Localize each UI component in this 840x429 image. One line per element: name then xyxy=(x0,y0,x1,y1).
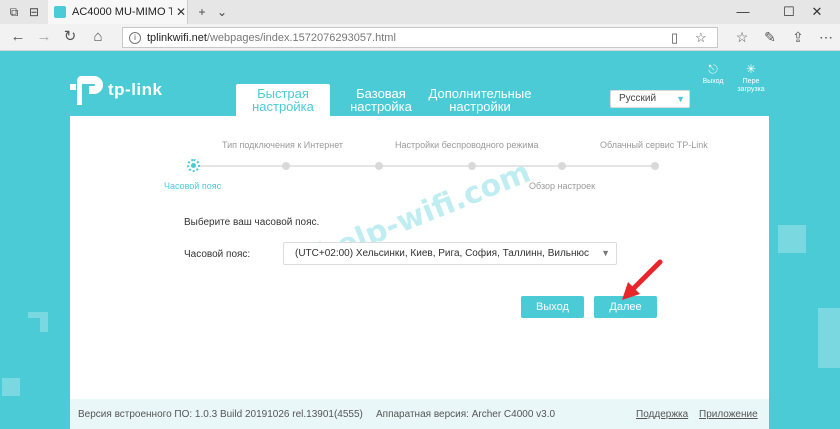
chevron-down-icon: ▼ xyxy=(676,94,685,104)
reboot-icon: ✳ xyxy=(745,62,757,76)
decor-shape xyxy=(2,378,20,396)
tab-favicon-icon xyxy=(54,6,66,18)
reading-view-icon[interactable]: ▯ xyxy=(671,30,678,46)
step-label-summary: Обзор настроек xyxy=(529,181,596,191)
minimize-icon[interactable]: — xyxy=(720,0,766,24)
logo-text: tp-link xyxy=(108,80,163,99)
home-icon[interactable]: ⌂ xyxy=(90,29,106,45)
step-label-timezone: Часовой пояс xyxy=(164,181,222,191)
favorites-hub-icon[interactable]: ☆ xyxy=(734,29,750,46)
red-arrow-icon xyxy=(622,259,663,300)
step-dot-timezone xyxy=(187,159,200,172)
progress-track xyxy=(193,165,655,167)
logout-button[interactable]: ⎋ Выход xyxy=(698,62,728,86)
favorite-star-icon[interactable]: ☆ xyxy=(695,30,707,46)
tab-quick-setup[interactable]: Быстрая настройка xyxy=(236,84,330,116)
timezone-select[interactable]: (UTC+02:00) Хельсинки, Киев, Рига, София… xyxy=(283,242,617,265)
tp-link-logo: tp-link xyxy=(70,72,163,108)
step-dot-step3 xyxy=(375,162,383,170)
timezone-label: Часовой пояс: xyxy=(184,249,251,260)
new-tab-icon[interactable]: + xyxy=(194,4,210,20)
hardware-version: Аппаратная версия: Archer C4000 v3.0 xyxy=(376,409,556,420)
tab-basic[interactable]: Базовая настройка xyxy=(341,84,421,116)
tab-preview-icon[interactable]: ⊟ xyxy=(26,4,42,20)
step-label-cloud: Облачный сервис TP-Link xyxy=(600,140,708,150)
tab-advanced[interactable]: Дополнительные настройки xyxy=(424,84,536,116)
step-label-internet: Тип подключения к Интернет xyxy=(222,140,344,150)
close-tab-icon[interactable]: ✕ xyxy=(176,5,186,19)
support-link[interactable]: Поддержка xyxy=(636,409,688,420)
url-host: tplinkwifi.net xyxy=(147,31,207,44)
share-icon[interactable]: ⇪ xyxy=(790,29,806,46)
decor-shape xyxy=(40,312,48,332)
step-dot-internet xyxy=(282,162,290,170)
reboot-label-line1: Пере xyxy=(742,78,760,85)
logout-icon: ⎋ xyxy=(708,62,718,76)
back-icon[interactable]: ← xyxy=(10,29,26,45)
tab-quick-setup-line2: настройка xyxy=(252,99,314,114)
language-select[interactable]: Русский ▼ xyxy=(610,90,690,108)
address-bar-row: ← → ↻ ⌂ i tplinkwifi.net/webpages/index.… xyxy=(0,24,840,51)
tab-actions-icon[interactable]: ⧉ xyxy=(6,4,22,20)
tab-list-chevron-icon[interactable]: ⌄ xyxy=(214,4,230,20)
more-menu-icon[interactable]: ⋯ xyxy=(818,29,834,46)
url-input[interactable]: i tplinkwifi.net/webpages/index.15720762… xyxy=(122,27,718,48)
app-link[interactable]: Приложение xyxy=(699,409,758,420)
timezone-value: (UTC+02:00) Хельсинки, Киев, Рига, София… xyxy=(295,248,590,259)
reboot-label-line2: загрузка xyxy=(737,86,765,93)
browser-tab[interactable]: AC4000 MU-MIMO Tri-I ✕ xyxy=(48,0,188,24)
tab-title: AC4000 MU-MIMO Tri-I xyxy=(72,6,172,18)
decor-shape xyxy=(818,308,840,368)
tab-advanced-line2: настройки xyxy=(449,99,511,114)
step-label-wireless: Настройки беспроводного режима xyxy=(395,140,539,150)
firmware-version: Версия встроенного ПО: 1.0.3 Build 20191… xyxy=(78,409,363,420)
browser-tab-bar: ⧉ ⊟ AC4000 MU-MIMO Tri-I ✕ + ⌄ — ☐ ✕ xyxy=(0,0,840,24)
close-window-icon[interactable]: ✕ xyxy=(794,0,840,24)
site-info-icon[interactable]: i xyxy=(129,31,141,44)
tab-basic-line2: настройка xyxy=(350,99,412,114)
forward-icon[interactable]: → xyxy=(36,29,52,45)
chevron-down-icon: ▼ xyxy=(601,248,610,258)
pen-notes-icon[interactable]: ✎ xyxy=(762,29,778,46)
language-value: Русский xyxy=(619,93,657,104)
step-dot-summary xyxy=(558,162,566,170)
logout-label: Выход xyxy=(702,78,724,85)
step-dot-wireless xyxy=(468,162,476,170)
reboot-button[interactable]: ✳ Пере загрузка xyxy=(736,62,766,94)
footer: Версия встроенного ПО: 1.0.3 Build 20191… xyxy=(70,399,769,429)
url-path: /webpages/index.1572076293057.html xyxy=(206,31,396,44)
step-dot-cloud xyxy=(651,162,659,170)
exit-button[interactable]: Выход xyxy=(521,296,584,318)
timezone-prompt: Выберите ваш часовой пояс. xyxy=(184,217,320,228)
decor-shape xyxy=(778,225,806,253)
refresh-icon[interactable]: ↻ xyxy=(62,29,78,45)
tp-link-logo-icon xyxy=(70,76,103,105)
